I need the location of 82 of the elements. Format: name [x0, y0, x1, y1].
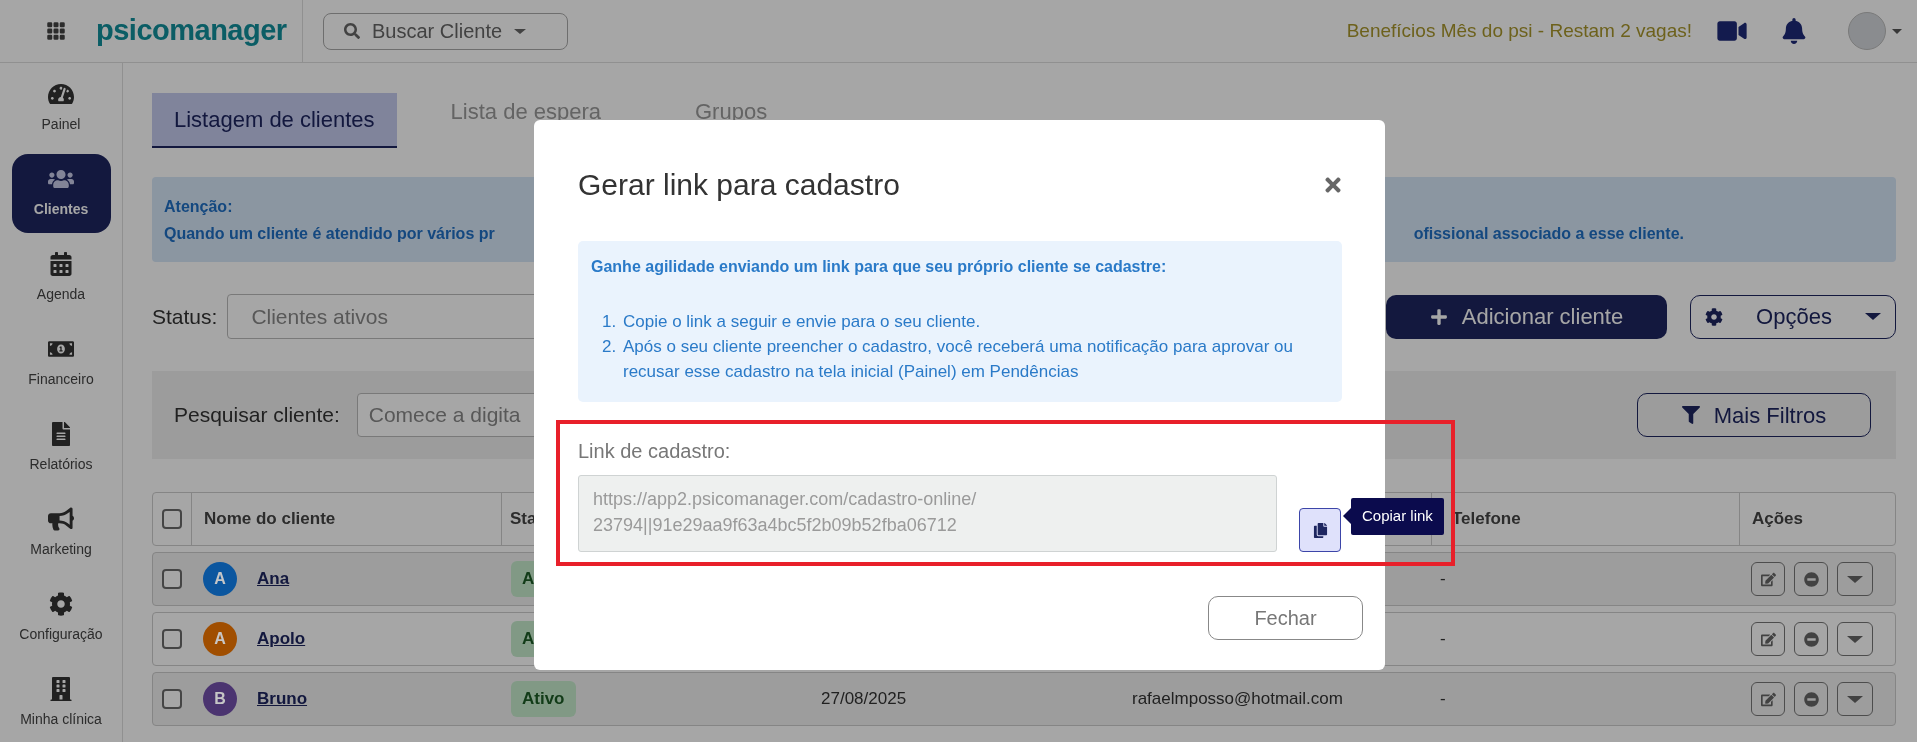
column-header: Telefone	[1452, 508, 1521, 531]
megaphone-icon	[48, 507, 74, 531]
calendar-icon	[48, 252, 74, 276]
link-label: Link de cadastro:	[578, 439, 731, 464]
logo[interactable]: psicomanager	[96, 9, 287, 53]
edit-button[interactable]	[1751, 682, 1785, 716]
settings-icon	[1705, 307, 1723, 326]
caret-icon[interactable]	[1892, 28, 1902, 34]
deactivate-button[interactable]	[1794, 682, 1828, 716]
client-name-link[interactable]: Ana	[257, 566, 290, 592]
column-header: Nome do cliente	[204, 508, 336, 531]
more-filters-button[interactable]: Mais Filtros	[1637, 393, 1871, 437]
client-name-link[interactable]: Apolo	[257, 626, 306, 652]
date-text: 27/08/2025	[821, 689, 907, 709]
phone-text: -	[1440, 689, 1446, 709]
caret-icon	[1847, 695, 1863, 703]
edit-icon	[1760, 631, 1776, 647]
column-header: Ações	[1752, 508, 1804, 531]
avatar: A	[203, 562, 237, 596]
filter-icon	[1681, 406, 1700, 424]
edit-button[interactable]	[1751, 562, 1785, 596]
search-icon	[344, 23, 360, 39]
close-button[interactable]: Fechar	[1208, 596, 1363, 640]
caret-icon	[1865, 313, 1881, 320]
sidebar-item[interactable]: Painel	[11, 69, 111, 148]
avatar: B	[203, 682, 237, 716]
sidebar-item[interactable]: Financeiro	[11, 324, 111, 403]
sidebar-item[interactable]: Marketing	[11, 494, 111, 573]
copy-icon	[1312, 522, 1328, 538]
sidebar-item[interactable]: Relatórios	[11, 409, 111, 488]
step-number: 1.	[602, 311, 618, 333]
building-icon	[48, 677, 74, 701]
caret-icon	[1847, 635, 1863, 643]
minus-icon	[1803, 691, 1819, 707]
sidebar-item[interactable]: Clientes	[11, 154, 111, 233]
copy-button[interactable]	[1299, 508, 1341, 552]
gauge-icon	[48, 82, 74, 106]
step-text: Após o seu cliente preencher o cadastro, você receberá uma notificação para aprovar ou recusar esse cadastro na tela inicial (Painel) em Pendências	[623, 336, 1294, 383]
plus-icon	[1429, 307, 1448, 326]
deactivate-button[interactable]	[1794, 562, 1828, 596]
notice-text: Quando um cliente é atendido por vários pr	[164, 224, 495, 244]
more-button[interactable]	[1837, 622, 1873, 656]
checkbox[interactable]	[162, 569, 182, 589]
phone-text: -	[1440, 569, 1446, 589]
status-label: Status:	[152, 303, 218, 330]
status-badge: Ativo	[511, 681, 576, 717]
minus-icon	[1803, 571, 1819, 587]
tab[interactable]: Listagem de clientes	[152, 93, 397, 148]
more-button[interactable]	[1837, 682, 1873, 716]
sidebar-item[interactable]: Agenda	[11, 239, 111, 318]
options-button[interactable]: Opções	[1690, 294, 1896, 339]
checkbox[interactable]	[162, 689, 182, 709]
caret-icon	[1847, 575, 1863, 583]
caret-icon	[514, 28, 527, 34]
modal-title: Gerar link para cadastro	[578, 167, 900, 203]
bell-icon[interactable]	[1782, 18, 1806, 44]
app-grid-icon[interactable]	[46, 21, 66, 41]
add-client-button[interactable]: Adicionar cliente	[1386, 294, 1667, 339]
more-button[interactable]	[1837, 562, 1873, 596]
step-number: 2.	[602, 336, 618, 358]
sidebar-item[interactable]: Configuração	[11, 579, 111, 658]
phone-text: -	[1440, 629, 1446, 649]
edit-icon	[1760, 691, 1776, 707]
minus-icon	[1803, 631, 1819, 647]
edit-icon	[1760, 571, 1776, 587]
settings-icon	[48, 592, 74, 616]
deactivate-button[interactable]	[1794, 622, 1828, 656]
info-intro: Ganhe agilidade enviando um link para que seu próprio cliente se cadastre:	[591, 257, 1168, 277]
client-name-link[interactable]: Bruno	[257, 686, 308, 712]
search-client-button[interactable]: Buscar Cliente	[323, 12, 568, 50]
video-camera-icon[interactable]	[1716, 18, 1748, 44]
notice-text: ofissional associado a esse cliente.	[1413, 224, 1684, 244]
checkbox[interactable]	[162, 629, 182, 649]
checkbox[interactable]	[162, 509, 182, 529]
sidebar-item[interactable]: Minha clínica	[11, 664, 111, 742]
notice-title: Atenção:	[164, 197, 233, 217]
people-icon	[48, 167, 74, 191]
avatar: A	[203, 622, 237, 656]
tooltip: Copiar link	[1343, 498, 1444, 535]
search-label: Pesquisar cliente:	[174, 402, 340, 429]
email-text: rafaelmposso@hotmail.com	[1132, 689, 1343, 709]
edit-button[interactable]	[1751, 622, 1785, 656]
